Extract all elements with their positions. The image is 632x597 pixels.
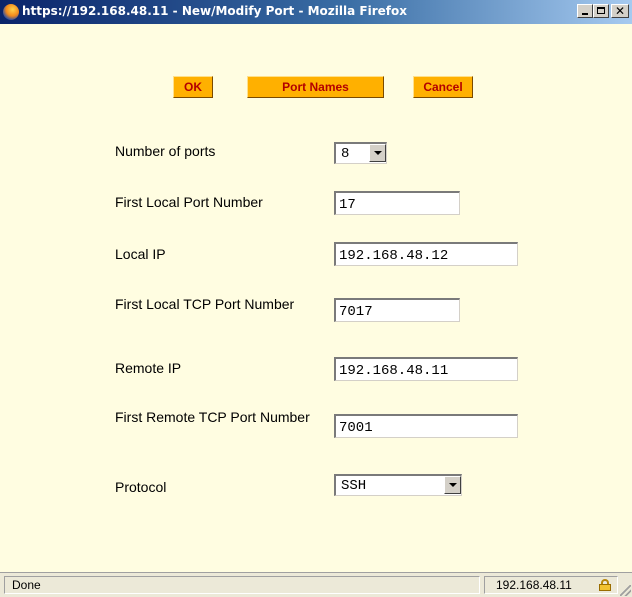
maximize-icon xyxy=(597,7,605,14)
dropdown-button[interactable] xyxy=(369,144,386,162)
number-of-ports-value: 8 xyxy=(341,146,350,162)
browser-window: https://192.168.48.11 - New/Modify Port … xyxy=(0,0,632,597)
status-host-panel[interactable]: 192.168.48.11 xyxy=(484,576,618,594)
cancel-button[interactable]: Cancel xyxy=(413,76,473,98)
first-local-port-number-label: First Local Port Number xyxy=(115,194,263,210)
minimize-button[interactable] xyxy=(577,4,593,18)
first-remote-tcp-port-input[interactable] xyxy=(334,414,518,438)
maximize-button[interactable] xyxy=(593,4,609,18)
window-title: https://192.168.48.11 - New/Modify Port … xyxy=(22,4,407,18)
status-text: Done xyxy=(4,576,480,594)
status-host: 192.168.48.11 xyxy=(496,578,572,592)
chevron-down-icon xyxy=(449,483,457,487)
protocol-label: Protocol xyxy=(115,479,167,495)
ok-button[interactable]: OK xyxy=(173,76,213,98)
close-button[interactable]: ✕ xyxy=(611,4,629,18)
lock-icon[interactable] xyxy=(599,579,611,591)
status-bar: Done 192.168.48.11 xyxy=(0,572,632,597)
local-ip-label: Local IP xyxy=(115,246,166,262)
remote-ip-label: Remote IP xyxy=(115,360,182,376)
first-local-tcp-port-label: First Local TCP Port Number xyxy=(115,296,295,312)
first-remote-tcp-port-label: First Remote TCP Port Number xyxy=(115,409,310,425)
remote-ip-input[interactable] xyxy=(334,357,518,381)
number-of-ports-label: Number of ports xyxy=(115,143,216,159)
firefox-icon xyxy=(3,4,19,20)
chevron-down-icon xyxy=(374,151,382,155)
number-of-ports-select[interactable]: 8 xyxy=(334,142,387,164)
close-icon: ✕ xyxy=(614,4,626,18)
local-ip-input[interactable] xyxy=(334,242,518,266)
minimize-icon xyxy=(582,13,588,15)
protocol-select[interactable]: SSH xyxy=(334,474,462,496)
protocol-value: SSH xyxy=(341,478,367,494)
title-bar[interactable]: https://192.168.48.11 - New/Modify Port … xyxy=(0,0,632,24)
dropdown-button[interactable] xyxy=(444,476,461,494)
first-local-tcp-port-input[interactable] xyxy=(334,298,460,322)
port-names-button[interactable]: Port Names xyxy=(247,76,384,98)
first-local-port-number-input[interactable] xyxy=(334,191,460,215)
resize-grip-icon[interactable] xyxy=(620,585,631,596)
